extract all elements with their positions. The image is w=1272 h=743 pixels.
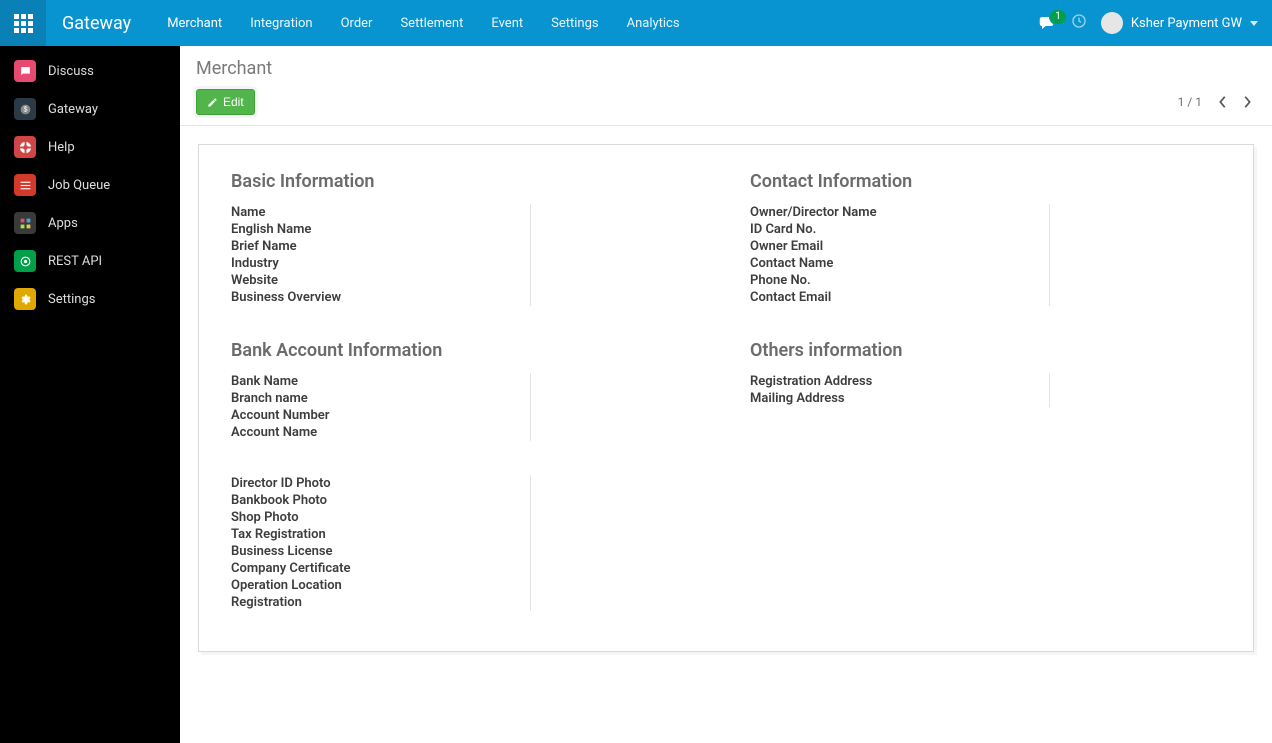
jobqueue-icon	[14, 174, 36, 196]
avatar	[1101, 12, 1123, 34]
form-sheet: Basic Information NameEnglish NameBrief …	[198, 144, 1254, 652]
brand-title[interactable]: Gateway	[46, 0, 153, 46]
topmenu-item-merchant[interactable]: Merchant	[153, 0, 236, 46]
topmenu-item-event[interactable]: Event	[477, 0, 537, 46]
settings-icon	[14, 288, 36, 310]
field-label: Industry	[231, 255, 530, 272]
apps-icon	[14, 212, 36, 234]
field-label: Branch name	[231, 390, 530, 407]
field-label: Mailing Address	[750, 390, 1049, 407]
field-label: Owner/Director Name	[750, 204, 1049, 221]
sidebar-item-label: Settings	[48, 292, 95, 307]
sidebar-item-rest-api[interactable]: REST API	[0, 242, 180, 280]
top-menu: MerchantIntegrationOrderSettlementEventS…	[153, 0, 693, 46]
chevron-down-icon	[1250, 21, 1258, 26]
topmenu-item-order[interactable]: Order	[327, 0, 387, 46]
help-icon	[14, 136, 36, 158]
sidebar-item-label: REST API	[48, 254, 102, 269]
edit-button[interactable]: Edit	[196, 89, 255, 115]
sidebar-item-label: Apps	[48, 216, 78, 231]
section-basic-information: Basic Information NameEnglish NameBrief …	[231, 171, 702, 306]
sidebar-item-job-queue[interactable]: Job Queue	[0, 166, 180, 204]
field-label: Contact Name	[750, 255, 1049, 272]
field-label: Contact Email	[750, 289, 1049, 306]
field-label: Director ID Photo	[231, 475, 530, 492]
sidebar-item-gateway[interactable]: $ Gateway	[0, 90, 180, 128]
section-title: Basic Information	[231, 171, 702, 192]
field-label: Registration Address	[750, 373, 1049, 390]
sidebar-item-label: Gateway	[48, 102, 98, 117]
sidebar-item-help[interactable]: Help	[0, 128, 180, 166]
messages-count-badge: 1	[1049, 9, 1067, 25]
pager-value: 1 / 1	[1178, 95, 1202, 109]
clock-icon	[1071, 13, 1087, 29]
discuss-icon	[14, 60, 36, 82]
section-title: Contact Information	[750, 171, 1221, 192]
field-label: Registration	[231, 594, 530, 611]
field-label: Tax Registration	[231, 526, 530, 543]
section-bank-account-information: Bank Account Information Bank NameBranch…	[231, 340, 702, 441]
pager-prev-button[interactable]	[1214, 93, 1232, 111]
sidebar-item-discuss[interactable]: Discuss	[0, 52, 180, 90]
content-area: Merchant Edit 1 / 1	[180, 46, 1272, 743]
sidebar-item-settings[interactable]: Settings	[0, 280, 180, 318]
gateway-icon: $	[14, 98, 36, 120]
topmenu-item-settings[interactable]: Settings	[537, 0, 612, 46]
field-label: Phone No.	[750, 272, 1049, 289]
sidebar-item-apps[interactable]: Apps	[0, 204, 180, 242]
user-menu[interactable]: Ksher Payment GW	[1101, 12, 1258, 34]
field-label: Owner Email	[750, 238, 1049, 255]
pager: 1 / 1	[1178, 93, 1256, 111]
sidebar: Discuss $ Gateway Help Job Queue Apps REST API…	[0, 46, 180, 743]
svg-text:$: $	[23, 106, 27, 113]
sidebar-item-label: Discuss	[48, 64, 94, 79]
chevron-left-icon	[1218, 95, 1228, 109]
field-label: Business Overview	[231, 289, 530, 306]
control-panel: Merchant Edit 1 / 1	[180, 46, 1272, 126]
top-navbar: Gateway MerchantIntegrationOrderSettleme…	[0, 0, 1272, 46]
sidebar-item-label: Job Queue	[48, 178, 110, 193]
apps-grid-icon	[14, 14, 33, 33]
section-contact-information: Contact Information Owner/Director NameI…	[750, 171, 1221, 306]
chevron-right-icon	[1242, 95, 1252, 109]
pencil-icon	[207, 97, 218, 108]
pager-next-button[interactable]	[1238, 93, 1256, 111]
field-label: Business License	[231, 543, 530, 560]
field-label: Company Certificate	[231, 560, 530, 577]
section-documents: Director ID PhotoBankbook PhotoShop Phot…	[231, 475, 702, 611]
section-title: Others information	[750, 340, 1221, 361]
topmenu-item-analytics[interactable]: Analytics	[613, 0, 694, 46]
field-label: Brief Name	[231, 238, 530, 255]
navbar-right: 1 Ksher Payment GW	[1039, 0, 1272, 46]
field-label: Operation Location	[231, 577, 530, 594]
topmenu-item-integration[interactable]: Integration	[236, 0, 326, 46]
messages-button[interactable]: 1	[1039, 15, 1057, 31]
field-label: Bank Name	[231, 373, 530, 390]
field-label: Website	[231, 272, 530, 289]
field-label: Name	[231, 204, 530, 221]
section-title: Bank Account Information	[231, 340, 702, 361]
field-label: English Name	[231, 221, 530, 238]
user-name: Ksher Payment GW	[1131, 16, 1242, 31]
field-label: Shop Photo	[231, 509, 530, 526]
app-switcher-button[interactable]	[0, 0, 46, 46]
page-title: Merchant	[196, 58, 1256, 79]
field-label: ID Card No.	[750, 221, 1049, 238]
rest-icon	[14, 250, 36, 272]
section-others-information: Others information Registration AddressM…	[750, 340, 1221, 407]
sidebar-item-label: Help	[48, 140, 75, 155]
field-label: Bankbook Photo	[231, 492, 530, 509]
activity-button[interactable]	[1071, 13, 1087, 33]
edit-button-label: Edit	[223, 95, 244, 109]
field-label: Account Number	[231, 407, 530, 424]
topmenu-item-settlement[interactable]: Settlement	[386, 0, 477, 46]
field-label: Account Name	[231, 424, 530, 441]
